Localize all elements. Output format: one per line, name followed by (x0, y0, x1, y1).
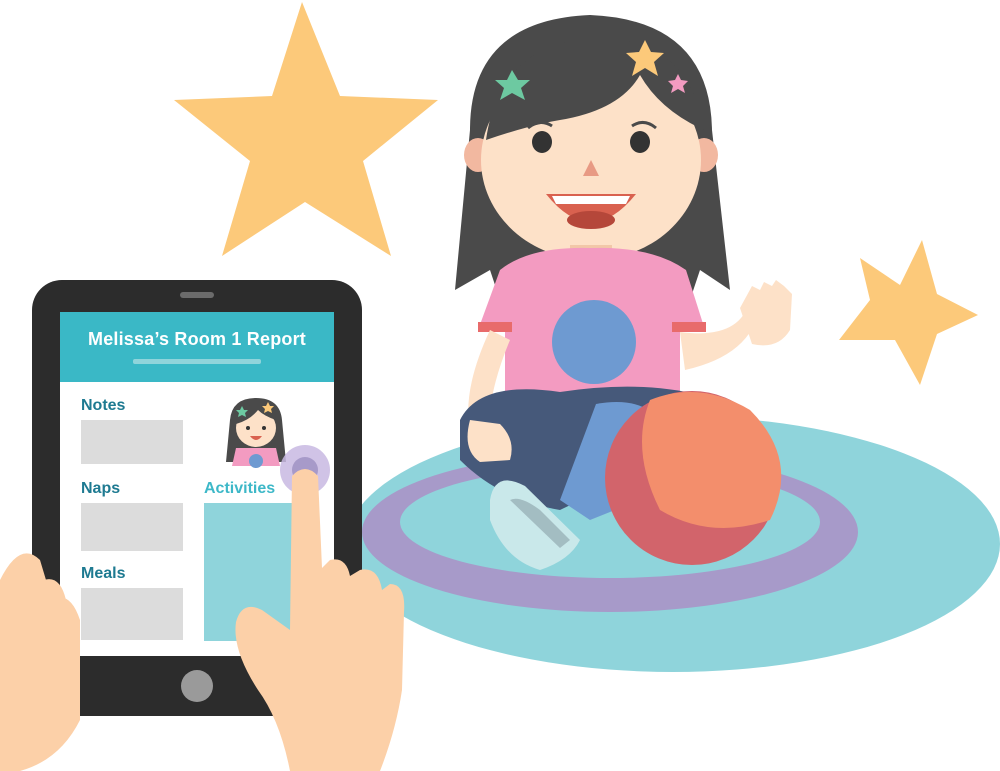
activities-label[interactable]: Activities (204, 480, 275, 498)
meals-label[interactable]: Meals (81, 565, 125, 583)
home-button-icon (181, 670, 213, 702)
small-star-icon (839, 240, 978, 385)
large-star-icon (174, 2, 438, 256)
naps-label[interactable]: Naps (81, 480, 120, 498)
meals-box (81, 588, 183, 640)
illustration-scene: Melissa’s Room 1 Report Notes Naps Meals… (0, 0, 1000, 771)
report-title: Melissa’s Room 1 Report (88, 329, 306, 349)
header-underline (133, 359, 261, 364)
child-avatar-icon (226, 398, 286, 468)
illustration-artwork (0, 2, 1000, 771)
notes-label[interactable]: Notes (81, 397, 125, 415)
girl-illustration (455, 15, 792, 570)
naps-box (81, 503, 183, 551)
notes-box (81, 420, 183, 464)
